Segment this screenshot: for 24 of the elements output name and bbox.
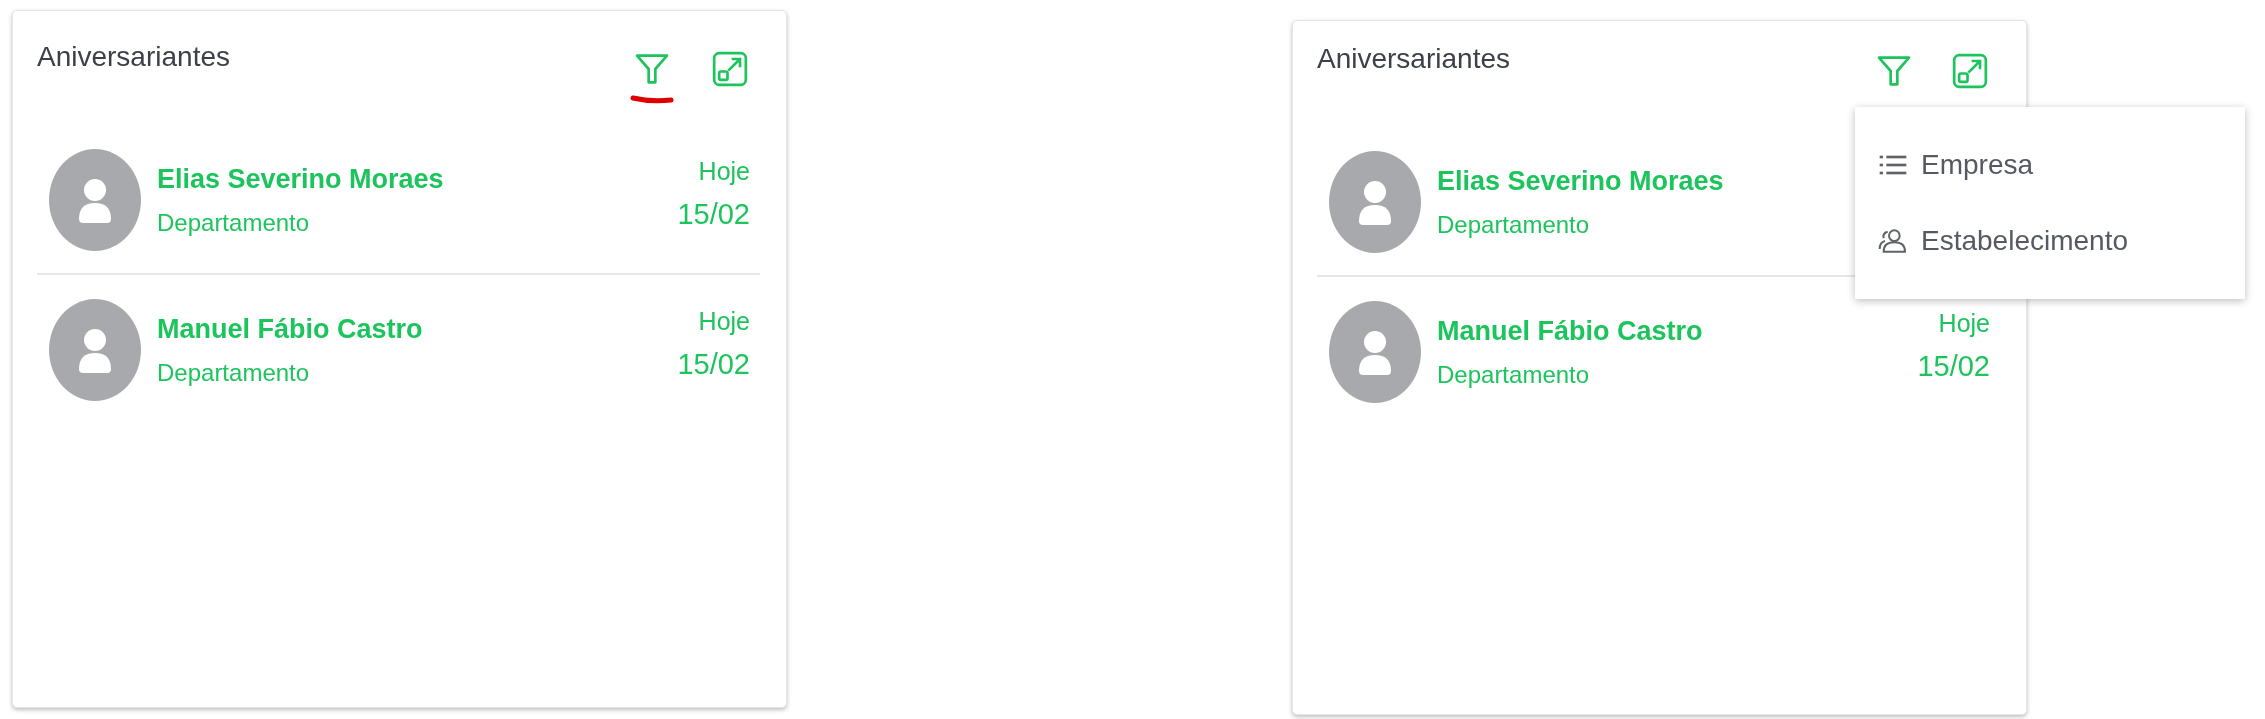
- menu-item[interactable]: Empresa: [1855, 127, 2245, 203]
- birthday-date: 15/02: [677, 348, 750, 381]
- avatar-icon: [49, 149, 141, 251]
- avatar-icon: [1329, 301, 1421, 403]
- day-label: Hoje: [1938, 309, 1990, 338]
- avatar-icon: [1329, 151, 1421, 253]
- person-name: Elias Severino Moraes: [157, 163, 444, 195]
- person-name: Manuel Fábio Castro: [1437, 315, 1703, 347]
- menu-item[interactable]: Estabelecimento: [1855, 203, 2245, 279]
- birthday-date: 15/02: [677, 198, 750, 231]
- day-label: Hoje: [698, 307, 750, 336]
- department-label: Departamento: [1437, 360, 1591, 389]
- expand-icon[interactable]: [710, 49, 750, 89]
- person-name: Elias Severino Moraes: [1437, 165, 1724, 197]
- expand-icon[interactable]: [1950, 51, 1990, 91]
- card-title: Aniversariantes: [1317, 43, 1510, 75]
- department-label: Departamento: [157, 208, 311, 237]
- avatar-icon: [49, 299, 141, 401]
- department-label: Departamento: [1437, 210, 1591, 239]
- birthday-date: 15/02: [1917, 350, 1990, 383]
- person-name: Manuel Fábio Castro: [157, 313, 423, 345]
- card-title: Aniversariantes: [37, 41, 230, 73]
- department-label: Departamento: [157, 358, 311, 387]
- day-label: Hoje: [698, 157, 750, 186]
